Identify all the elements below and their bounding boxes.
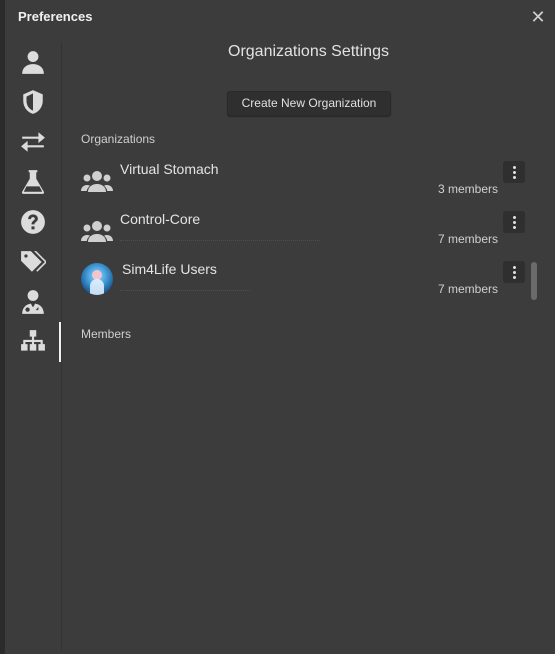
organization-options-button[interactable]	[503, 161, 525, 183]
page-title: Organizations Settings	[228, 43, 389, 60]
window-title: Preferences	[18, 9, 93, 24]
organization-avatar	[81, 263, 113, 295]
title-bar: Preferences ✕	[5, 0, 555, 34]
create-organization-button[interactable]: Create New Organization	[227, 91, 391, 116]
users-group-icon	[81, 166, 113, 198]
preferences-window: Preferences ✕ Organizations Settings Cre…	[5, 0, 555, 654]
organization-name: Virtual Stomach	[120, 161, 219, 177]
sidebar-item-tags[interactable]	[5, 242, 61, 282]
organizations-settings-panel: Organizations Settings Create New Organi…	[62, 34, 555, 654]
sidebar-item-clusters[interactable]	[5, 282, 61, 322]
arrows-exchange-icon	[21, 132, 45, 152]
close-icon[interactable]: ✕	[527, 6, 549, 28]
sidebar-item-transfer[interactable]	[5, 122, 61, 162]
sidebar-item-experimental[interactable]	[5, 162, 61, 202]
organization-item[interactable]: Sim4Life Users 7 members	[81, 261, 526, 309]
flask-icon	[21, 170, 45, 194]
organization-member-count: 3 members	[437, 182, 498, 196]
question-circle-icon	[21, 210, 45, 234]
user-icon	[22, 51, 44, 74]
organizations-scrollbar[interactable]	[531, 262, 537, 300]
sidebar-item-account[interactable]	[5, 42, 61, 82]
shield-icon	[23, 90, 43, 114]
organization-description	[120, 234, 320, 241]
sidebar-item-security[interactable]	[5, 82, 61, 122]
organization-item[interactable]: Virtual Stomach 3 members	[81, 161, 526, 209]
organization-item[interactable]: Control-Core 7 members	[81, 211, 526, 259]
organization-options-button[interactable]	[503, 211, 525, 233]
organization-name: Sim4Life Users	[122, 261, 217, 277]
sidebar-item-help[interactable]	[5, 202, 61, 242]
user-doctor-icon	[22, 290, 44, 314]
organization-name: Control-Core	[120, 211, 201, 227]
sidebar-item-organizations[interactable]	[5, 322, 61, 362]
sitemap-icon	[21, 330, 45, 351]
users-group-icon	[81, 216, 113, 248]
members-section-label: Members	[81, 327, 132, 341]
organizations-section-label: Organizations	[81, 132, 156, 146]
organization-description	[120, 284, 250, 291]
organization-member-count: 7 members	[437, 282, 498, 296]
organization-member-count: 7 members	[437, 232, 498, 246]
tags-icon	[21, 251, 46, 272]
preferences-sidebar	[5, 42, 62, 650]
organization-options-button[interactable]	[503, 261, 525, 283]
